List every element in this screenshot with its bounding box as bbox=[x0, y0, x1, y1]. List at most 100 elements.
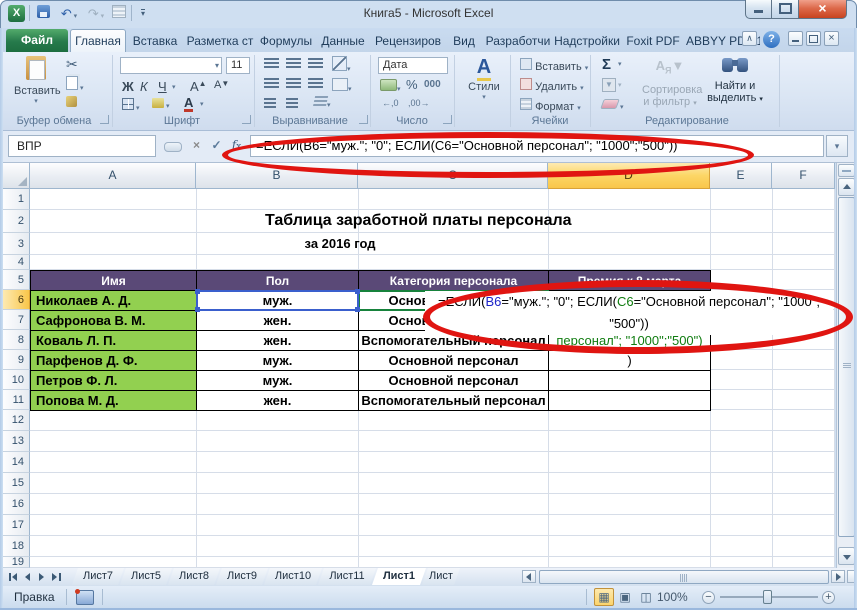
decrease-indent-icon[interactable] bbox=[264, 98, 276, 111]
find-select-button[interactable]: Найти и выделить ▾ bbox=[706, 56, 764, 104]
row-header-3[interactable]: 3 bbox=[3, 233, 30, 255]
cell-a9[interactable]: Парфенов Д. Ф. bbox=[30, 350, 197, 371]
cell-a7[interactable]: Сафронова В. М. bbox=[30, 310, 197, 331]
sheet-tab-Лист1[interactable]: Лист1 bbox=[372, 568, 426, 585]
tab-Надстройки[interactable]: Надстройки bbox=[554, 30, 620, 52]
tab-Разметка ст[interactable]: Разметка ст bbox=[184, 30, 256, 52]
workbook-restore-icon[interactable] bbox=[806, 31, 821, 46]
decrease-font-icon[interactable]: А▼ bbox=[214, 79, 229, 91]
cell-a11[interactable]: Попова М. Д. bbox=[30, 390, 197, 411]
cancel-entry-icon[interactable]: × bbox=[188, 137, 205, 154]
row-header-14[interactable]: 14 bbox=[3, 452, 30, 473]
cell-a6[interactable]: Николаев А. Д. bbox=[30, 290, 197, 311]
font-color-icon[interactable]: А bbox=[184, 96, 193, 112]
scroll-down-icon[interactable] bbox=[838, 547, 855, 565]
cell-b9[interactable]: муж. bbox=[196, 350, 359, 371]
currency-format-icon[interactable]: ▾ bbox=[380, 79, 401, 94]
wrap-text-icon[interactable]: ▾ bbox=[314, 96, 331, 110]
autosum-icon[interactable]: Σ bbox=[602, 56, 611, 73]
row-header-11[interactable]: 11 bbox=[3, 390, 30, 410]
align-left-icon[interactable] bbox=[264, 78, 279, 91]
minimize-button[interactable] bbox=[745, 0, 772, 19]
selection-handle[interactable] bbox=[355, 289, 360, 294]
number-dialog-launcher[interactable] bbox=[443, 115, 452, 124]
row-header-16[interactable]: 16 bbox=[3, 494, 30, 515]
font-color-dropdown-arrow[interactable]: ▾ bbox=[200, 100, 204, 108]
workbook-close-icon[interactable]: × bbox=[824, 31, 839, 46]
align-middle-icon[interactable] bbox=[286, 58, 301, 71]
merge-center-icon[interactable]: ▾ bbox=[332, 78, 352, 94]
table-header-3[interactable]: Премия к 8 марта bbox=[548, 270, 711, 291]
workbook-minimize-icon[interactable] bbox=[788, 31, 803, 46]
decrease-decimal-icon[interactable]: ,00→ bbox=[408, 98, 430, 108]
close-button[interactable]: × bbox=[798, 0, 847, 19]
split-handle[interactable] bbox=[838, 164, 855, 177]
confirm-entry-icon[interactable]: ✓ bbox=[208, 137, 225, 154]
row-header-4[interactable]: 4 bbox=[3, 255, 30, 270]
column-header-A[interactable]: A bbox=[30, 163, 196, 189]
maximize-button[interactable] bbox=[771, 0, 799, 19]
table-header-0[interactable]: Имя bbox=[30, 270, 197, 291]
paste-button[interactable]: Вставить ▾ bbox=[14, 56, 58, 105]
row-header-12[interactable]: 12 bbox=[3, 410, 30, 431]
column-header-C[interactable]: C bbox=[358, 163, 548, 189]
scroll-tabs-right-icon[interactable] bbox=[831, 570, 845, 583]
scroll-up-icon[interactable] bbox=[838, 178, 855, 196]
row-header-10[interactable]: 10 bbox=[3, 370, 30, 390]
tab-file[interactable]: Файл bbox=[6, 29, 68, 52]
tab-Главная[interactable]: Главная bbox=[70, 29, 126, 52]
selection-handle[interactable] bbox=[195, 307, 200, 312]
font-dialog-launcher[interactable] bbox=[242, 115, 251, 124]
increase-font-icon[interactable]: А▲ bbox=[190, 79, 207, 94]
cell-d11[interactable] bbox=[548, 390, 711, 411]
percent-format-icon[interactable]: % bbox=[406, 77, 418, 92]
copy-icon[interactable]: ▾ bbox=[66, 76, 83, 93]
cell-a10[interactable]: Петров Ф. Л. bbox=[30, 370, 197, 391]
cell-c11[interactable]: Вспомогательный персонал bbox=[358, 390, 549, 411]
align-bottom-icon[interactable] bbox=[308, 58, 323, 71]
align-center-icon[interactable] bbox=[286, 78, 301, 91]
row-header-18[interactable]: 18 bbox=[3, 536, 30, 557]
help-icon[interactable]: ? bbox=[763, 31, 780, 48]
insert-function-icon[interactable]: ƒx bbox=[228, 137, 245, 154]
column-header-D[interactable]: D bbox=[548, 163, 710, 189]
sheet-tab-Лист5[interactable]: Лист5 bbox=[120, 568, 172, 585]
autosum-dropdown-arrow[interactable]: ▾ bbox=[618, 60, 622, 68]
thousands-format-icon[interactable]: 000 bbox=[424, 79, 441, 90]
borders-icon[interactable]: ▾ bbox=[122, 98, 139, 113]
vertical-scroll-thumb[interactable] bbox=[838, 197, 855, 537]
scroll-tabs-left-icon[interactable] bbox=[522, 570, 536, 583]
row-header-6[interactable]: 6 bbox=[3, 290, 30, 310]
align-top-icon[interactable] bbox=[264, 58, 279, 71]
italic-button[interactable]: К bbox=[140, 79, 148, 94]
format-painter-icon[interactable] bbox=[66, 96, 77, 110]
styles-button[interactable]: A Стили ▾ bbox=[462, 56, 506, 101]
table-header-2[interactable]: Категория персонала bbox=[358, 270, 549, 291]
vertical-scrollbar[interactable] bbox=[836, 163, 856, 568]
first-sheet-icon[interactable] bbox=[8, 570, 21, 583]
sheet-tab-Лист10[interactable]: Лист10 bbox=[264, 568, 322, 585]
font-name-dropdown[interactable]: ▾ bbox=[120, 57, 222, 74]
column-header-E[interactable]: E bbox=[710, 163, 772, 189]
select-all-corner[interactable] bbox=[3, 163, 30, 189]
tab-Foxit PDF[interactable]: Foxit PDF bbox=[622, 30, 684, 52]
tab-Рецензиров[interactable]: Рецензиров bbox=[372, 30, 444, 52]
tab-Вид[interactable]: Вид bbox=[446, 30, 482, 52]
clipboard-dialog-launcher[interactable] bbox=[100, 115, 109, 124]
row-header-19[interactable]: 19 bbox=[3, 557, 30, 568]
number-format-dropdown[interactable]: Дата bbox=[378, 57, 448, 74]
formula-input[interactable]: =ЕСЛИ(B6="муж."; "0"; ЕСЛИ(C6="Основной … bbox=[250, 135, 824, 157]
row-header-1[interactable]: 1 bbox=[3, 189, 30, 210]
tab-Данные[interactable]: Данные bbox=[316, 30, 370, 52]
cell-c10[interactable]: Основной персонал bbox=[358, 370, 549, 391]
row-header-13[interactable]: 13 bbox=[3, 431, 30, 452]
sheet-tab-Лист[interactable]: Лист bbox=[422, 568, 460, 585]
sheet-tab-Лист8[interactable]: Лист8 bbox=[168, 568, 220, 585]
clear-icon[interactable]: ▾ bbox=[602, 99, 623, 112]
name-box[interactable]: ВПР bbox=[8, 135, 156, 157]
cell-b10[interactable]: муж. bbox=[196, 370, 359, 391]
last-sheet-icon[interactable] bbox=[50, 570, 63, 583]
cut-icon[interactable]: ✂ bbox=[66, 56, 78, 73]
cell-b8[interactable]: жен. bbox=[196, 330, 359, 351]
cell-d10[interactable] bbox=[548, 370, 711, 391]
